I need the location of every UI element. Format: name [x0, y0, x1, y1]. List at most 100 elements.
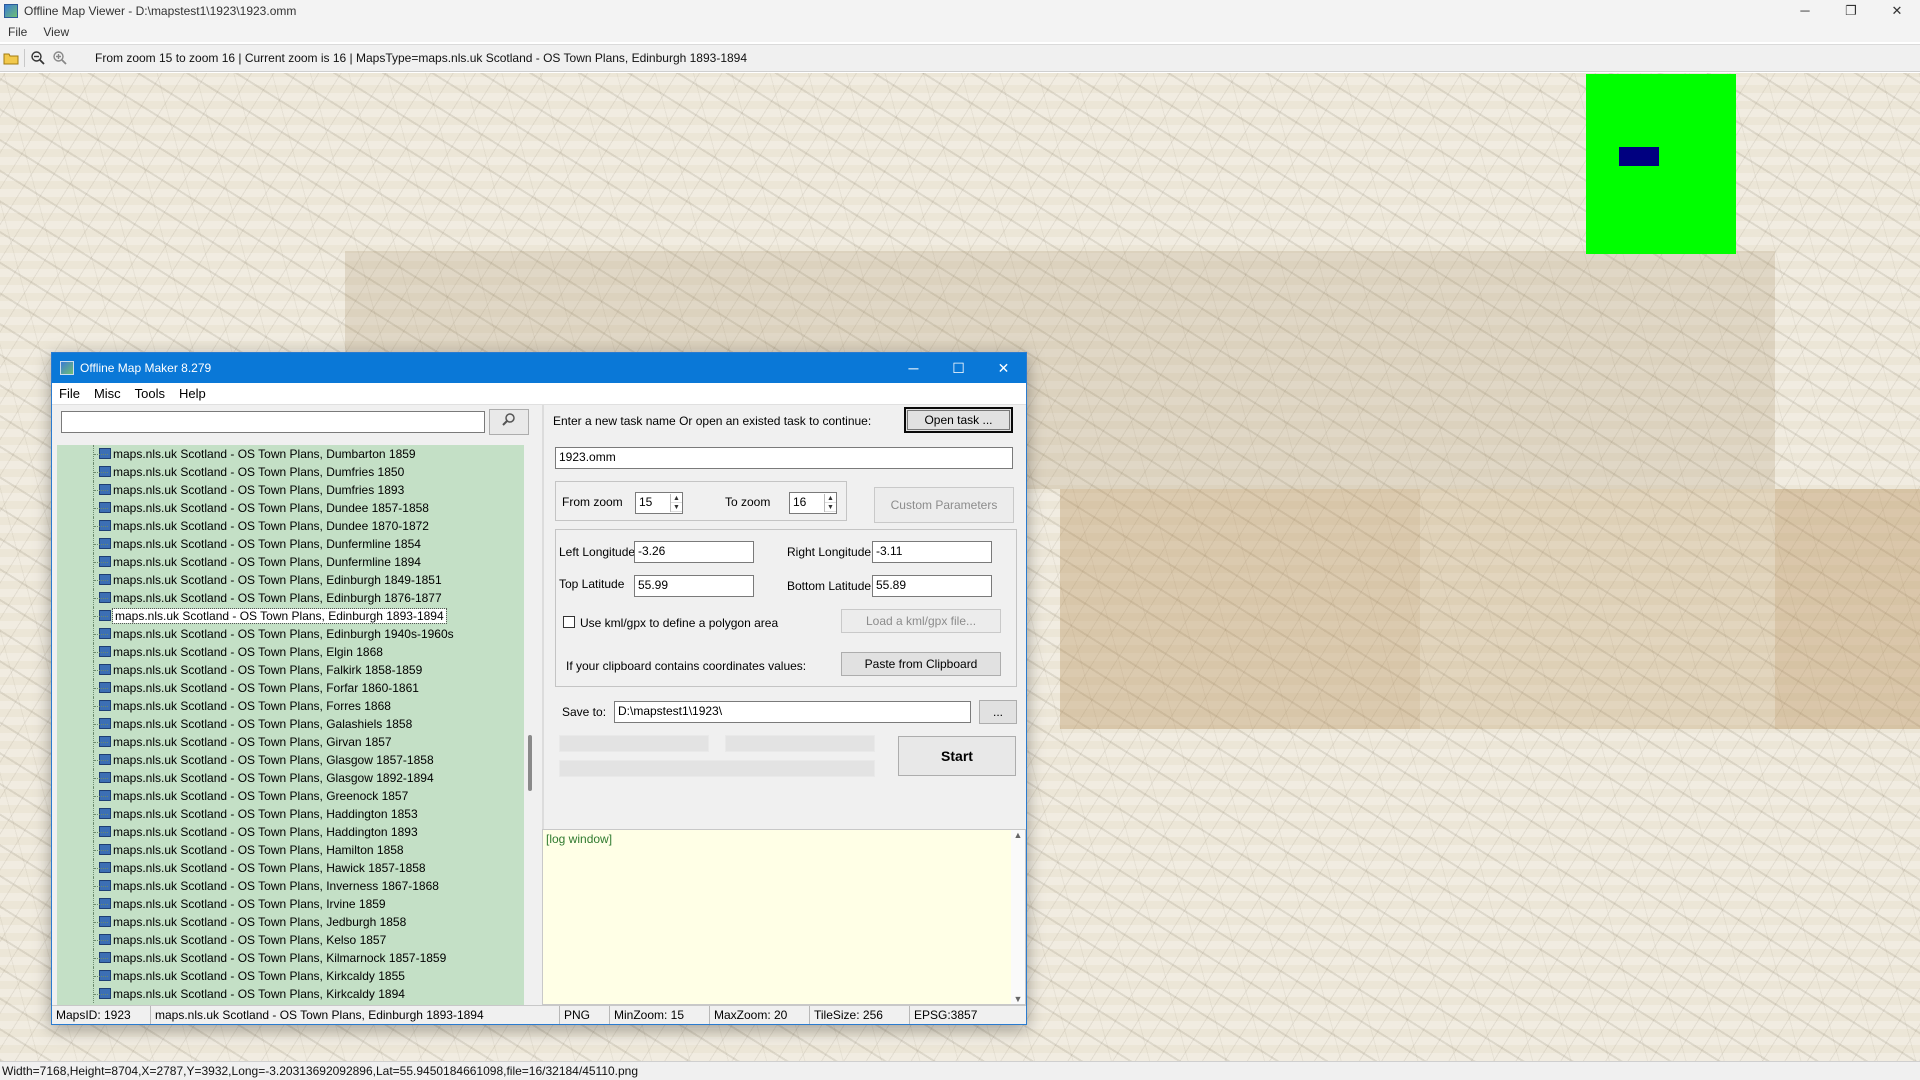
to-zoom-spinner[interactable]: 16 ▲ ▼ [789, 492, 837, 514]
progress-bar-1 [559, 735, 709, 752]
map-list-item[interactable]: maps.nls.uk Scotland - OS Town Plans, In… [57, 877, 524, 895]
map-list-item[interactable]: maps.nls.uk Scotland - OS Town Plans, Ed… [57, 571, 524, 589]
map-list-item[interactable]: maps.nls.uk Scotland - OS Town Plans, Gi… [57, 733, 524, 751]
map-list-item[interactable]: maps.nls.uk Scotland - OS Town Plans, Ed… [57, 589, 524, 607]
map-layer-icon [99, 664, 111, 675]
minimap-viewport[interactable] [1619, 147, 1659, 166]
map-list-item[interactable]: maps.nls.uk Scotland - OS Town Plans, Je… [57, 913, 524, 931]
progress-bar-2 [725, 735, 875, 752]
menu-view[interactable]: View [35, 25, 77, 39]
maps-type-tree[interactable]: maps.nls.uk Scotland - OS Town Plans, Du… [57, 445, 524, 1005]
map-list-item[interactable]: maps.nls.uk Scotland - OS Town Plans, Du… [57, 445, 524, 463]
zoom-in-icon[interactable] [49, 47, 71, 69]
map-layer-icon [99, 772, 111, 783]
map-list-item[interactable]: maps.nls.uk Scotland - OS Town Plans, Gl… [57, 751, 524, 769]
dialog-minimize-button[interactable]: ─ [891, 353, 936, 383]
browse-folder-button[interactable]: ... [979, 700, 1017, 724]
map-list-item-label: maps.nls.uk Scotland - OS Town Plans, Je… [113, 915, 407, 929]
map-layer-icon [99, 538, 111, 549]
map-list-item[interactable]: maps.nls.uk Scotland - OS Town Plans, Fa… [57, 661, 524, 679]
map-layer-icon [99, 628, 111, 639]
map-list-item[interactable]: maps.nls.uk Scotland - OS Town Plans, Du… [57, 553, 524, 571]
map-list-item-label: maps.nls.uk Scotland - OS Town Plans, Du… [113, 447, 416, 461]
to-zoom-label: To zoom [725, 495, 771, 509]
log-placeholder: [log window] [546, 832, 613, 846]
map-list-item[interactable]: maps.nls.uk Scotland - OS Town Plans, Du… [57, 535, 524, 553]
max-zoom-status: MaxZoom: 20 [710, 1006, 810, 1024]
map-list-item[interactable]: maps.nls.uk Scotland - OS Town Plans, Ki… [57, 985, 524, 1003]
map-list-item[interactable]: maps.nls.uk Scotland - OS Town Plans, Ha… [57, 841, 524, 859]
dialog-menu-misc[interactable]: Misc [87, 386, 128, 401]
map-list-item[interactable]: maps.nls.uk Scotland - OS Town Plans, Gl… [57, 769, 524, 787]
map-list-item[interactable]: maps.nls.uk Scotland - OS Town Plans, Ke… [57, 931, 524, 949]
save-path-input[interactable]: D:\mapstest1\1923\ [614, 701, 971, 723]
map-list-item[interactable]: maps.nls.uk Scotland - OS Town Plans, Ha… [57, 859, 524, 877]
scrollbar-thumb[interactable] [528, 735, 532, 791]
from-zoom-spinner[interactable]: 15 ▲ ▼ [635, 492, 683, 514]
map-list-item[interactable]: maps.nls.uk Scotland - OS Town Plans, Ki… [57, 967, 524, 985]
dialog-maximize-button[interactable]: ☐ [936, 353, 981, 383]
maps-search-button[interactable] [489, 409, 529, 435]
map-layer-icon [99, 574, 111, 585]
map-list-item[interactable]: maps.nls.uk Scotland - OS Town Plans, Du… [57, 517, 524, 535]
start-button[interactable]: Start [898, 736, 1016, 776]
to-zoom-spin-buttons[interactable]: ▲ ▼ [824, 494, 836, 512]
dialog-menu-help[interactable]: Help [172, 386, 213, 401]
open-task-button[interactable]: Open task ... [904, 407, 1013, 433]
map-list-item[interactable]: maps.nls.uk Scotland - OS Town Plans, Fo… [57, 697, 524, 715]
load-kml-button[interactable]: Load a kml/gpx file... [841, 609, 1001, 633]
map-list-item[interactable]: maps.nls.uk Scotland - OS Town Plans, Du… [57, 463, 524, 481]
maps-search-input[interactable] [61, 411, 485, 433]
map-list-item[interactable]: maps.nls.uk Scotland - OS Town Plans, Du… [57, 481, 524, 499]
map-list-item[interactable]: maps.nls.uk Scotland - OS Town Plans, Ir… [57, 895, 524, 913]
chevron-up-icon[interactable]: ▲ [671, 494, 682, 503]
log-scrollbar[interactable]: ▲ ▼ [1011, 830, 1025, 1004]
map-list-item[interactable]: maps.nls.uk Scotland - OS Town Plans, Ha… [57, 805, 524, 823]
map-list-item[interactable]: maps.nls.uk Scotland - OS Town Plans, Ki… [57, 949, 524, 967]
dialog-menubar: File Misc Tools Help [52, 383, 1026, 405]
toolbar: From zoom 15 to zoom 16 | Current zoom i… [0, 44, 1920, 72]
from-zoom-spin-buttons[interactable]: ▲ ▼ [670, 494, 682, 512]
zoom-out-icon[interactable] [27, 47, 49, 69]
open-folder-icon[interactable] [0, 47, 22, 69]
map-list-item-label: maps.nls.uk Scotland - OS Town Plans, Ki… [113, 951, 447, 965]
dialog-close-button[interactable]: ✕ [981, 353, 1026, 383]
chevron-down-icon[interactable]: ▼ [671, 503, 682, 512]
download-tile-overlay [1060, 489, 1420, 729]
epsg-status: EPSG:3857 [914, 1008, 978, 1022]
map-list-item[interactable]: maps.nls.uk Scotland - OS Town Plans, Fo… [57, 679, 524, 697]
dialog-menu-tools[interactable]: Tools [128, 386, 172, 401]
maps-list-scrollbar[interactable] [524, 445, 538, 1005]
map-list-item[interactable]: maps.nls.uk Scotland - OS Town Plans, El… [57, 643, 524, 661]
window-title: Offline Map Viewer - D:\mapstest1\1923\1… [24, 4, 297, 18]
map-list-item[interactable]: maps.nls.uk Scotland - OS Town Plans, Ga… [57, 715, 524, 733]
map-list-item[interactable]: maps.nls.uk Scotland - OS Town Plans, Ha… [57, 823, 524, 841]
log-window[interactable]: [log window] ▲ ▼ [542, 829, 1026, 1005]
minimize-button[interactable]: ─ [1782, 0, 1828, 22]
right-longitude-input[interactable]: -3.11 [872, 541, 992, 563]
from-zoom-label: From zoom [562, 495, 623, 509]
paste-from-clipboard-button[interactable]: Paste from Clipboard [841, 652, 1001, 676]
scroll-down-icon[interactable]: ▼ [1011, 994, 1025, 1004]
top-latitude-input[interactable]: 55.99 [634, 575, 754, 597]
map-list-item[interactable]: maps.nls.uk Scotland - OS Town Plans, Ed… [57, 607, 524, 625]
chevron-down-icon[interactable]: ▼ [825, 503, 836, 512]
map-list-item[interactable]: maps.nls.uk Scotland - OS Town Plans, Du… [57, 499, 524, 517]
use-kml-checkbox[interactable] [563, 616, 575, 628]
map-list-item-label: maps.nls.uk Scotland - OS Town Plans, Ha… [113, 825, 418, 839]
map-list-item[interactable]: maps.nls.uk Scotland - OS Town Plans, Ed… [57, 625, 524, 643]
chevron-up-icon[interactable]: ▲ [825, 494, 836, 503]
task-name-input[interactable]: 1923.omm [555, 447, 1013, 469]
left-longitude-input[interactable]: -3.26 [634, 541, 754, 563]
map-list-item[interactable]: maps.nls.uk Scotland - OS Town Plans, Gr… [57, 787, 524, 805]
dialog-menu-file[interactable]: File [52, 386, 87, 401]
overview-minimap[interactable] [1586, 74, 1736, 254]
close-button[interactable]: ✕ [1874, 0, 1920, 22]
restore-button[interactable]: ❐ [1828, 0, 1874, 22]
scroll-up-icon[interactable]: ▲ [1011, 830, 1025, 840]
map-layer-icon [99, 556, 111, 567]
bottom-latitude-input[interactable]: 55.89 [872, 575, 992, 597]
menu-file[interactable]: File [0, 25, 35, 39]
map-layer-icon [99, 988, 111, 999]
custom-parameters-button[interactable]: Custom Parameters [874, 487, 1014, 523]
